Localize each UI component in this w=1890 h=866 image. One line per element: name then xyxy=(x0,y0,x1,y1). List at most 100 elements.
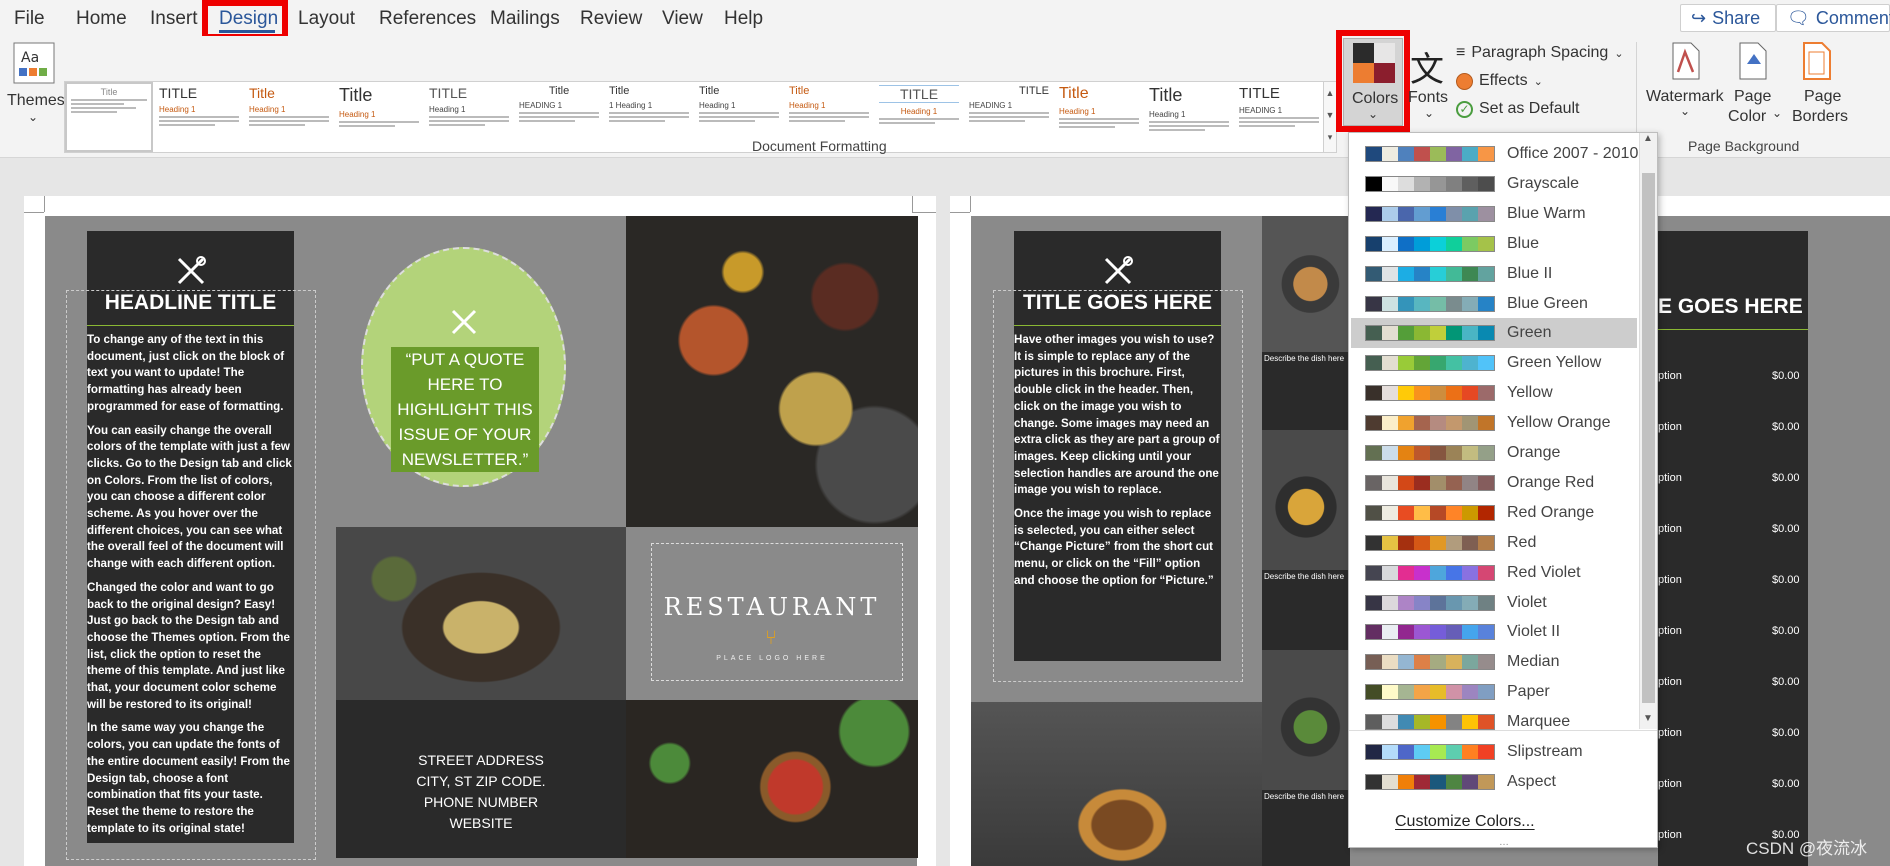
quote-text[interactable]: “PUT A QUOTE HERE TO HIGHLIGHT THIS ISSU… xyxy=(391,347,539,472)
address-panel[interactable]: STREET ADDRESS CITY, ST ZIP CODE. PHONE … xyxy=(336,700,626,858)
address-block[interactable]: STREET ADDRESS CITY, ST ZIP CODE. PHONE … xyxy=(336,750,626,834)
menu-item-name[interactable]: ption xyxy=(1658,370,1682,382)
color-scheme-item[interactable]: Red xyxy=(1351,528,1637,558)
comments-button[interactable]: 🗨 Comments xyxy=(1776,4,1890,32)
color-scheme-item[interactable]: Grayscale xyxy=(1351,169,1637,199)
left-text-column[interactable]: HEADLINE TITLE To change any of the text… xyxy=(87,231,294,843)
tab-file[interactable]: File xyxy=(8,6,51,32)
right-body-text[interactable]: Have other images you wish to use? It is… xyxy=(1014,332,1221,597)
color-scheme-item[interactable]: Red Orange xyxy=(1351,498,1637,528)
dish-caption[interactable]: Describe the dish here xyxy=(1264,572,1344,581)
color-scheme-item[interactable]: Red Violet xyxy=(1351,558,1637,588)
scroll-up-icon[interactable]: ▲ xyxy=(1643,133,1653,144)
style-thumb[interactable]: Title Heading 1 xyxy=(1055,82,1143,152)
style-thumb[interactable]: Title Heading 1 xyxy=(245,82,333,152)
watermark-button[interactable]: Watermark ⌄ xyxy=(1646,40,1726,130)
color-scheme-item[interactable]: Violet II xyxy=(1351,617,1637,647)
noodle-bowl-photo[interactable] xyxy=(336,527,626,700)
tab-home[interactable]: Home xyxy=(70,6,133,32)
menu-item-name[interactable]: ption xyxy=(1658,625,1682,637)
color-scheme-item[interactable]: Blue Green xyxy=(1351,289,1637,319)
page-borders-button[interactable]: Page Borders xyxy=(1782,40,1852,130)
right-text-column[interactable]: TITLE GOES HERE Have other images you wi… xyxy=(1014,231,1221,661)
set-as-default-button[interactable]: ✓ Set as Default xyxy=(1456,100,1580,118)
herbs-photo[interactable] xyxy=(626,700,918,858)
style-thumb[interactable]: Title xyxy=(65,82,153,152)
style-thumb[interactable]: TITLE HEADING 1 xyxy=(965,82,1053,152)
right-title[interactable]: TITLE GOES HERE xyxy=(1014,291,1221,315)
menu-item-price[interactable]: $0.00 xyxy=(1772,625,1800,637)
color-scheme-item[interactable]: Yellow xyxy=(1351,378,1637,408)
color-scheme-item[interactable]: Slipstream xyxy=(1351,737,1637,767)
share-button[interactable]: ↪ Share xyxy=(1680,4,1776,32)
effects-button[interactable]: Effects ⌄ xyxy=(1456,72,1543,90)
style-thumb[interactable]: TITLE HEADING 1 xyxy=(1235,82,1323,152)
headline-title[interactable]: HEADLINE TITLE xyxy=(87,291,294,315)
menu-item-price[interactable]: $0.00 xyxy=(1772,574,1800,586)
dish-photo[interactable] xyxy=(1262,216,1350,352)
burger-photo[interactable] xyxy=(971,702,1262,866)
style-thumb[interactable]: TITLE Heading 1 xyxy=(875,82,963,152)
tab-help[interactable]: Help xyxy=(718,6,769,32)
resize-grip-icon[interactable]: … xyxy=(1499,837,1511,848)
color-scheme-item[interactable]: Office 2007 - 2010 xyxy=(1351,139,1638,169)
color-scheme-item[interactable]: Paper xyxy=(1351,677,1637,707)
color-scheme-item[interactable]: Violet xyxy=(1351,588,1637,618)
color-scheme-item[interactable]: Green Yellow xyxy=(1351,348,1637,378)
tab-design[interactable]: Design xyxy=(213,6,284,32)
menu-title[interactable]: E GOES HERE xyxy=(1658,295,1808,319)
dish-caption[interactable]: Describe the dish here xyxy=(1264,792,1344,801)
page-color-button[interactable]: Page Color ⌄ xyxy=(1726,40,1782,130)
menu-item-price[interactable]: $0.00 xyxy=(1772,370,1800,382)
quote-circle[interactable]: “PUT A QUOTE HERE TO HIGHLIGHT THIS ISSU… xyxy=(361,247,566,487)
menu-item-price[interactable]: $0.00 xyxy=(1772,676,1800,688)
style-thumb[interactable]: TITLE Heading 1 xyxy=(425,82,513,152)
style-set-gallery[interactable]: Title TITLE Heading 1 Title Heading 1 Ti… xyxy=(64,81,1329,153)
color-scheme-item[interactable]: Green xyxy=(1351,318,1637,349)
fonts-button[interactable]: 文 Fonts ⌄ xyxy=(1406,42,1450,130)
colors-button[interactable]: Colors ⌄ xyxy=(1343,38,1403,126)
dropdown-scrollbar[interactable]: ▲ ▼ xyxy=(1639,133,1657,729)
menu-item-name[interactable]: ption xyxy=(1658,472,1682,484)
menu-item-name[interactable]: ption xyxy=(1658,421,1682,433)
menu-item-name[interactable]: ption xyxy=(1658,829,1682,841)
style-thumb[interactable]: TITLE Heading 1 xyxy=(155,82,243,152)
tab-review[interactable]: Review xyxy=(574,6,648,32)
menu-item-price[interactable]: $0.00 xyxy=(1772,472,1800,484)
menu-item-name[interactable]: ption xyxy=(1658,574,1682,586)
dish-caption[interactable]: Describe the dish here xyxy=(1264,354,1344,363)
color-scheme-item[interactable]: Orange Red xyxy=(1351,468,1637,498)
menu-item-price[interactable]: $0.00 xyxy=(1772,421,1800,433)
style-thumb[interactable]: Title Heading 1 xyxy=(1145,82,1233,152)
themes-button[interactable]: Aa Themes ⌄ xyxy=(4,42,65,130)
tab-mailings[interactable]: Mailings xyxy=(484,6,566,32)
color-scheme-item[interactable]: Orange xyxy=(1351,438,1637,468)
tab-layout[interactable]: Layout xyxy=(292,6,361,32)
menu-item-price[interactable]: $0.00 xyxy=(1772,778,1800,790)
menu-item-name[interactable]: ption xyxy=(1658,676,1682,688)
gallery-scroll[interactable]: ▲ ▼ ▾ xyxy=(1323,81,1337,153)
style-thumb[interactable]: Title 1 Heading 1 xyxy=(605,82,693,152)
color-scheme-item[interactable]: Marquee xyxy=(1351,707,1637,737)
menu-item-price[interactable]: $0.00 xyxy=(1772,727,1800,739)
scrollbar-thumb[interactable] xyxy=(1642,173,1655,703)
customize-colors-item[interactable]: Customize Colors... xyxy=(1395,813,1645,831)
scroll-down-icon[interactable]: ▼ xyxy=(1643,713,1653,724)
color-scheme-item[interactable]: Yellow Orange xyxy=(1351,408,1637,438)
color-scheme-item[interactable]: Aspect xyxy=(1351,767,1637,797)
paragraph-spacing-button[interactable]: ≡ Paragraph Spacing ⌄ xyxy=(1456,44,1624,62)
tab-insert[interactable]: Insert xyxy=(144,6,204,32)
menu-item-price[interactable]: $0.00 xyxy=(1772,523,1800,535)
color-scheme-item[interactable]: Blue Warm xyxy=(1351,199,1637,229)
tab-references[interactable]: References xyxy=(373,6,482,32)
tab-view[interactable]: View xyxy=(656,6,709,32)
left-body-text[interactable]: To change any of the text in this docume… xyxy=(87,332,294,844)
color-scheme-item[interactable]: Median xyxy=(1351,647,1637,677)
color-scheme-item[interactable]: Blue II xyxy=(1351,259,1637,289)
style-thumb[interactable]: Title HEADING 1 xyxy=(515,82,603,152)
menu-item-name[interactable]: ption xyxy=(1658,727,1682,739)
color-scheme-item[interactable]: Blue xyxy=(1351,229,1637,259)
menu-item-name[interactable]: ption xyxy=(1658,778,1682,790)
logo-panel[interactable]: RESTAURANT PLACE LOGO HERE ⑂ xyxy=(626,527,918,700)
menu-item-name[interactable]: ption xyxy=(1658,523,1682,535)
